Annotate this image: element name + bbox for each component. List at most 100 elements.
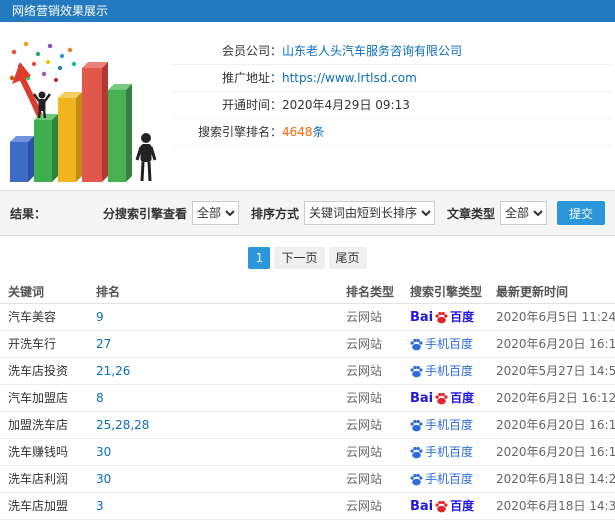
- rank-cell: 27: [88, 331, 338, 357]
- updated-cell: 2020年6月5日 11:24: [496, 310, 615, 324]
- filter-bar: 结果： 分搜索引擎查看 全部 排序方式 关键词由短到长排序 文章类型 全部 提交: [0, 190, 615, 236]
- updated-cell: 2020年6月18日 14:27: [496, 472, 615, 486]
- engine-filter-select[interactable]: 全部: [191, 201, 239, 225]
- promo-url-link[interactable]: https://www.lrtlsd.com: [282, 65, 417, 91]
- mobile-baidu-label: 手机百度: [425, 363, 474, 378]
- person-icon: [135, 133, 157, 182]
- col-header-rank: 排名: [96, 285, 121, 299]
- keyword-cell: 洗车赚钱吗: [8, 445, 69, 459]
- bar-yellow: [58, 92, 82, 182]
- baidu-logo-text-post: 百度: [450, 309, 475, 324]
- rank-cell: 21,26: [88, 358, 338, 384]
- baidu-logo-text-pre: Bai: [410, 498, 434, 514]
- rank-cell: 25,28,28: [88, 412, 338, 438]
- open-time-row: 开通时间： 2020年4月29日 09:13: [172, 92, 611, 119]
- page-title: 网络营销效果展示: [12, 4, 109, 18]
- table-row: 加盟洗车店 25,28,28 云网站 手机百度 2020年6月20日 16:11: [0, 412, 615, 439]
- table-row: 洗车店投资 21,26 云网站 手机百度 2020年5月27日 14:58: [0, 358, 615, 385]
- table-row: 汽车加盟店 8 云网站 Bai 百度 2020年6月2日 16:12: [0, 385, 615, 412]
- updated-cell: 2020年6月18日 14:30: [496, 499, 615, 513]
- baidu-paw-icon: [410, 338, 423, 350]
- table-row: 洗车店利润 30 云网站 手机百度 2020年6月18日 14:27: [0, 466, 615, 493]
- rank-type-cell: 云网站: [346, 337, 383, 351]
- pagination: 1 下一页 尾页: [0, 236, 615, 280]
- rank-link[interactable]: 21,26: [96, 364, 130, 378]
- rank-link[interactable]: 3: [96, 499, 104, 513]
- engine-rank-row: 搜索引擎排名： 4648 条: [172, 119, 611, 146]
- rank-link[interactable]: 27: [96, 337, 111, 351]
- last-page-button[interactable]: 尾页: [328, 247, 367, 269]
- rank-link[interactable]: 30: [96, 472, 111, 486]
- page-title-bar: 网络营销效果展示: [0, 0, 615, 22]
- baidu-paw-icon: [435, 500, 448, 512]
- member-info-panel: 会员公司： 山东老人头汽车服务咨询有限公司 推广地址： https://www.…: [0, 22, 615, 190]
- engine-cell: Bai 百度: [402, 493, 488, 519]
- baidu-logo-text-post: 百度: [450, 390, 475, 405]
- updated-cell: 2020年6月20日 16:16: [496, 337, 615, 351]
- rank-type-cell: 云网站: [346, 391, 383, 405]
- baidu-paw-icon: [410, 446, 423, 458]
- keyword-cell: 汽车美容: [8, 310, 57, 324]
- baidu-paw-icon: [435, 311, 448, 323]
- submit-button[interactable]: 提交: [556, 201, 605, 225]
- keyword-cell: 开洗车行: [8, 337, 57, 351]
- member-company-row: 会员公司： 山东老人头汽车服务咨询有限公司: [172, 38, 611, 65]
- sort-mode-label: 排序方式: [250, 206, 299, 221]
- engine-rank-label: 搜索引擎排名：: [197, 125, 282, 139]
- member-company-label: 会员公司：: [221, 44, 282, 58]
- col-header-updated: 最新更新时间: [496, 285, 569, 299]
- rank-type-cell: 云网站: [346, 310, 383, 324]
- mobile-baidu-label: 手机百度: [425, 444, 474, 459]
- table-row: 洗车赚钱吗 30 云网站 手机百度 2020年6月20日 16:12: [0, 439, 615, 466]
- open-time-value: 2020年4月29日 09:13: [282, 98, 410, 112]
- baidu-logo-text-post: 百度: [450, 498, 475, 513]
- updated-cell: 2020年6月20日 16:11: [496, 418, 615, 432]
- baidu-paw-icon: [435, 392, 448, 404]
- rank-type-cell: 云网站: [346, 418, 383, 432]
- keyword-cell: 洗车店投资: [8, 364, 69, 378]
- rank-type-cell: 云网站: [346, 499, 383, 513]
- rank-link[interactable]: 25,28,28: [96, 418, 149, 432]
- bar-green: [34, 114, 58, 182]
- baidu-paw-icon: [410, 419, 423, 431]
- open-time-label: 开通时间：: [221, 98, 282, 112]
- baidu-paw-icon: [410, 473, 423, 485]
- updated-cell: 2020年5月27日 14:58: [496, 364, 615, 378]
- table-row: 汽车美容 9 云网站 Bai 百度 2020年6月5日 11:24: [0, 304, 615, 331]
- baidu-logo-text-pre: Bai: [410, 309, 434, 325]
- col-header-rank-type: 排名类型: [346, 285, 395, 299]
- baidu-logo-text-pre: Bai: [410, 390, 434, 406]
- page-1-button[interactable]: 1: [248, 247, 271, 269]
- rank-cell: 30: [88, 466, 338, 492]
- table-body: 汽车美容 9 云网站 Bai 百度 2020年6月5日 11:24 开洗车行 27 云网站 手机百…: [0, 304, 615, 520]
- engine-rank-count: 4648: [282, 125, 313, 139]
- table-row: 洗车店加盟 3 云网站 Bai 百度 2020年6月18日 14:30: [0, 493, 615, 520]
- keyword-cell: 加盟洗车店: [8, 418, 69, 432]
- engine-cell: Bai 百度: [402, 304, 488, 330]
- table-row: 开洗车行 27 云网站 手机百度 2020年6月20日 16:16: [0, 331, 615, 358]
- filter-controls: 分搜索引擎查看 全部 排序方式 关键词由短到长排序 文章类型 全部 提交: [103, 201, 605, 225]
- rank-link[interactable]: 8: [96, 391, 104, 405]
- next-page-button[interactable]: 下一页: [274, 247, 325, 269]
- engine-cell: 手机百度: [402, 412, 488, 438]
- col-header-keyword: 关键词: [8, 285, 45, 299]
- keyword-cell: 汽车加盟店: [8, 391, 69, 405]
- promo-url-label: 推广地址：: [221, 71, 282, 85]
- bar-green-2: [108, 84, 132, 182]
- rank-cell: 30: [88, 439, 338, 465]
- article-type-select[interactable]: 全部: [499, 201, 547, 225]
- mobile-baidu-label: 手机百度: [425, 471, 474, 486]
- results-table: 关键词 排名 排名类型 搜索引擎类型 最新更新时间 汽车美容 9 云网站 Bai 百度 2…: [0, 280, 615, 520]
- bar-chart-illustration-svg: [9, 41, 157, 182]
- mobile-baidu-label: 手机百度: [425, 417, 474, 432]
- member-company-link[interactable]: 山东老人头汽车服务咨询有限公司: [282, 38, 462, 64]
- sort-mode-select[interactable]: 关键词由短到长排序: [303, 201, 435, 225]
- promo-url-row: 推广地址： https://www.lrtlsd.com: [172, 65, 611, 92]
- rank-cell: 9: [88, 304, 338, 330]
- engine-cell: 手机百度: [402, 358, 488, 384]
- rank-link[interactable]: 30: [96, 445, 111, 459]
- bar-blue: [10, 136, 34, 182]
- baidu-paw-icon: [410, 365, 423, 377]
- updated-cell: 2020年6月2日 16:12: [496, 391, 615, 405]
- rank-link[interactable]: 9: [96, 310, 104, 324]
